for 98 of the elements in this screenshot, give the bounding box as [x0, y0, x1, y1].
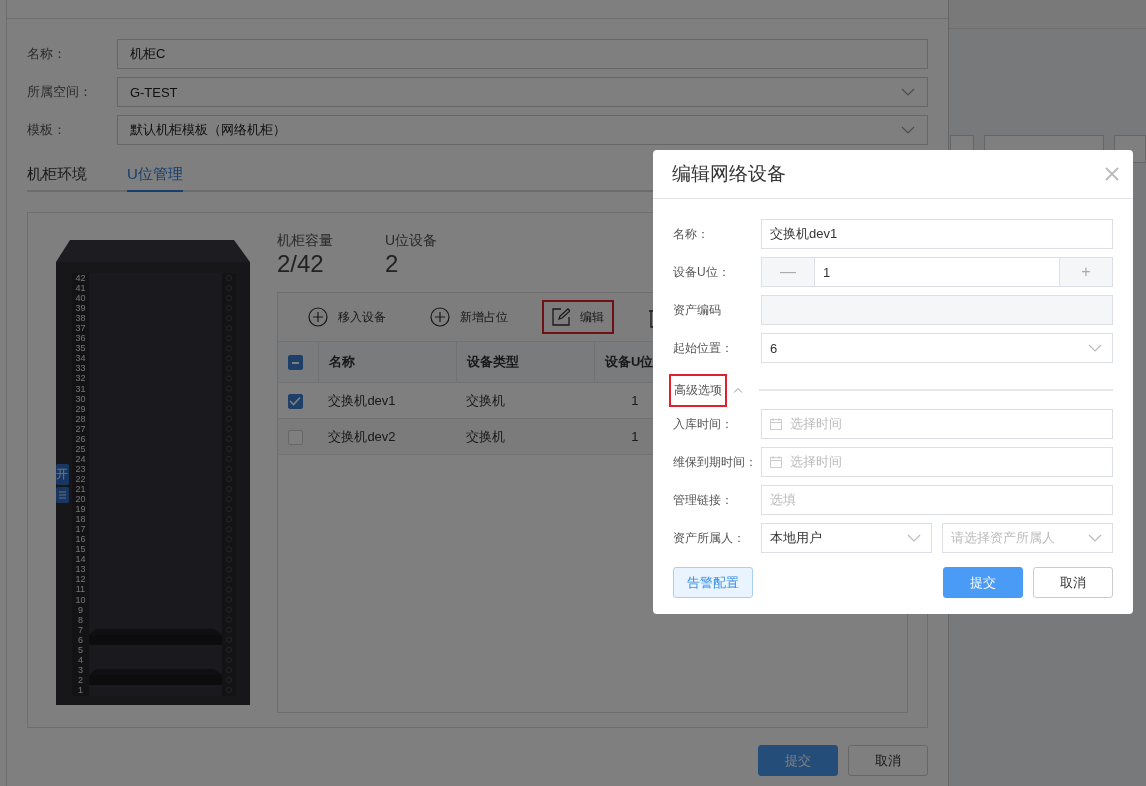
stat-value: 2/42: [276, 250, 325, 278]
row-checkbox[interactable]: [287, 429, 303, 445]
select-field[interactable]: 本地用户: [761, 523, 932, 553]
u-number: 17: [74, 524, 87, 535]
calendar-icon: [770, 418, 782, 430]
plus-circle-icon: [307, 307, 328, 327]
menu-icon[interactable]: [55, 487, 69, 503]
caret-icon[interactable]: [733, 387, 743, 393]
chevron-down-icon: [907, 534, 921, 542]
alarm-config-button[interactable]: 告警配置: [673, 567, 753, 598]
select-field[interactable]: 默认机柜模板（网络机柜）: [116, 115, 928, 145]
u-number: 31: [74, 383, 87, 394]
u-number: 4: [76, 654, 84, 665]
u-number: 39: [74, 303, 87, 314]
u-number: 10: [74, 594, 87, 605]
u-number: 27: [74, 423, 87, 434]
table-cell: 交换机dev2: [318, 418, 457, 455]
cancel-button[interactable]: 取消: [848, 745, 928, 776]
number-field[interactable]: 1: [815, 257, 1059, 287]
side-tab[interactable]: 开: [55, 464, 69, 485]
dialog-title: 编辑网络设备: [672, 162, 786, 186]
column-header: 名称: [318, 342, 457, 383]
u-number: 42: [74, 273, 87, 284]
add-button[interactable]: 移入设备: [297, 299, 396, 335]
tab[interactable]: 机柜环境: [26, 161, 87, 192]
u-number: 40: [74, 293, 87, 304]
plus-circle-icon: [429, 307, 450, 327]
field-label: 名称：: [26, 45, 67, 63]
table-cell: 交换机: [456, 418, 595, 455]
section-toggle[interactable]: 高级选项: [669, 373, 727, 407]
u-number: 26: [74, 433, 87, 444]
u-number: 9: [76, 604, 84, 615]
table-cell: 交换机dev1: [318, 382, 457, 419]
text-field[interactable]: 交换机dev1: [761, 219, 1113, 249]
u-number: 12: [74, 574, 87, 585]
chevron-down-icon: [1088, 534, 1102, 542]
select-field[interactable]: 6: [761, 333, 1113, 363]
field-label: 所属空间：: [26, 83, 93, 101]
submit-button[interactable]: 提交: [758, 745, 838, 776]
u-number: 1: [76, 684, 84, 695]
u-number: 37: [74, 323, 87, 334]
field-label: 管理链接：: [673, 491, 734, 509]
u-number: 11: [74, 584, 87, 595]
u-number: 20: [74, 494, 87, 505]
field-label: 名称：: [673, 225, 710, 243]
field-label: 维保到期时间：: [673, 453, 758, 471]
chevron-down-icon: [901, 88, 915, 96]
u-number: 24: [74, 453, 87, 464]
tab[interactable]: U位管理: [126, 161, 183, 192]
u-number: 38: [74, 313, 87, 324]
u-number: 19: [74, 504, 87, 515]
table-cell: 交换机: [456, 382, 595, 419]
u-number: 29: [74, 403, 87, 414]
u-number: 16: [74, 534, 87, 545]
u-number: 3: [76, 664, 84, 675]
u-number: 36: [74, 333, 87, 344]
stat-label: U位设备: [384, 232, 437, 250]
field-label: 入库时间：: [673, 415, 734, 433]
chevron-down-icon: [901, 126, 915, 134]
u-number: 14: [74, 554, 87, 565]
u-number: 15: [74, 544, 87, 555]
u-number: 32: [74, 373, 87, 384]
u-number: 33: [74, 363, 87, 374]
u-number: 28: [74, 413, 87, 424]
cancel-button[interactable]: 取消: [1033, 567, 1113, 598]
u-number: 22: [74, 473, 87, 484]
u-number: 8: [76, 614, 84, 625]
field-label: 模板：: [26, 121, 67, 139]
u-number: 30: [74, 393, 87, 404]
select-field[interactable]: G-TEST: [116, 77, 928, 107]
u-number: 13: [74, 564, 87, 575]
field-label: 资产所属人：: [673, 529, 746, 547]
calendar-icon: [770, 456, 782, 468]
u-number: 34: [74, 353, 87, 364]
field-label: 设备U位：: [673, 263, 731, 281]
u-number: 23: [74, 463, 87, 474]
u-number: 35: [74, 343, 87, 354]
stat-label: 机柜容量: [276, 232, 333, 250]
text-field[interactable]: 机柜C: [116, 39, 928, 69]
submit-button[interactable]: 提交: [943, 567, 1023, 598]
u-number: 5: [76, 644, 84, 655]
field-label: 资产编码: [673, 301, 722, 319]
edit-icon: [551, 308, 570, 326]
edit-button[interactable]: 编辑: [541, 300, 614, 334]
close-icon[interactable]: [1105, 167, 1119, 181]
u-number: 2: [76, 674, 84, 685]
select-all-checkbox[interactable]: [287, 355, 303, 371]
row-checkbox[interactable]: [287, 393, 303, 409]
u-number: 25: [74, 443, 87, 454]
u-number: 6: [76, 634, 84, 645]
stat-value: 2: [384, 250, 400, 278]
chevron-down-icon: [1088, 344, 1102, 352]
u-number: 18: [74, 514, 87, 525]
u-number: 41: [74, 283, 87, 294]
add-button[interactable]: 新增占位: [419, 299, 518, 335]
u-number: 21: [74, 484, 87, 495]
column-header: 设备类型: [456, 342, 595, 383]
u-number: 7: [76, 624, 84, 635]
